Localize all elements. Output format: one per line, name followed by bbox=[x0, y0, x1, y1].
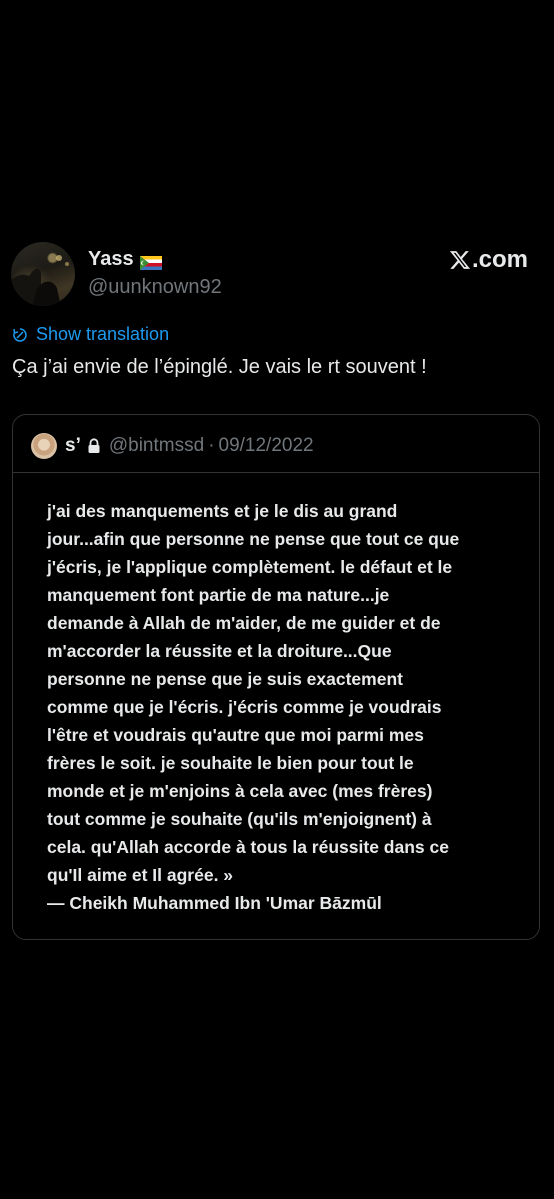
quoted-text-line: comme que je l'écris. j'écris comme je v… bbox=[47, 697, 442, 717]
quoted-text-line: j'ai des manquements et je le dis au gra… bbox=[47, 501, 398, 521]
quoted-tweet[interactable]: s’ @bintmssd · 09/12/2022 j'ai des manqu… bbox=[12, 414, 540, 940]
quoted-text: j'ai des manquements et je le dis au gra… bbox=[47, 497, 517, 917]
quoted-text-line: cela. qu'Allah accorde à tous la réussit… bbox=[47, 837, 449, 857]
quoted-handle[interactable]: @bintmssd bbox=[109, 435, 204, 457]
brand-logo: .com bbox=[449, 246, 528, 274]
divider bbox=[13, 472, 539, 473]
quoted-text-line: frères le soit. je souhaite le bien pour… bbox=[47, 753, 414, 773]
display-name-text: Yass bbox=[88, 248, 134, 270]
quoted-text-line: jour...afin que personne ne pense que to… bbox=[47, 529, 460, 549]
quoted-avatar[interactable] bbox=[31, 433, 57, 459]
show-translation-link[interactable]: Show translation bbox=[12, 324, 169, 345]
separator-dot: · bbox=[208, 435, 215, 456]
quoted-text-line: tout comme je souhaite (qu'ils m'enjoign… bbox=[47, 809, 432, 829]
tweet-text: Ça j’ai envie de l’épinglé. Je vais le r… bbox=[12, 356, 427, 378]
comoros-flag-icon bbox=[139, 253, 162, 270]
quoted-text-line: demande à Allah de m'aider, de me guider… bbox=[47, 613, 441, 633]
quoted-date[interactable]: 09/12/2022 bbox=[219, 435, 314, 457]
quoted-text-line: personne ne pense que je suis exactement bbox=[47, 669, 403, 689]
quoted-text-line: m'accorder la réussite et la droiture...… bbox=[47, 641, 392, 661]
display-name[interactable]: Yass bbox=[88, 248, 162, 271]
quoted-attribution: — Cheikh Muhammed Ibn 'Umar Bāzmūl bbox=[47, 893, 382, 913]
translate-icon bbox=[12, 327, 28, 343]
quoted-text-line: manquement font partie de ma nature...je bbox=[47, 585, 390, 605]
user-handle[interactable]: @uunknown92 bbox=[88, 276, 222, 299]
quoted-text-line: j'écris, je l'applique complètement. le … bbox=[47, 557, 453, 577]
quoted-tweet-header: s’ @bintmssd · 09/12/2022 bbox=[31, 433, 314, 459]
x-logo-icon bbox=[449, 249, 471, 271]
avatar[interactable] bbox=[11, 242, 75, 306]
show-translation-label: Show translation bbox=[36, 324, 170, 344]
quoted-text-line: qu'Il aime et Il agrée. » bbox=[47, 865, 234, 885]
quoted-text-line: monde et je m'enjoins à cela avec (mes f… bbox=[47, 781, 433, 801]
lock-icon bbox=[87, 438, 101, 454]
quoted-display-name[interactable]: s’ bbox=[65, 435, 81, 457]
quoted-text-line: l'être et voudrais qu'autre que moi parm… bbox=[47, 725, 424, 745]
brand-text: .com bbox=[471, 246, 528, 273]
